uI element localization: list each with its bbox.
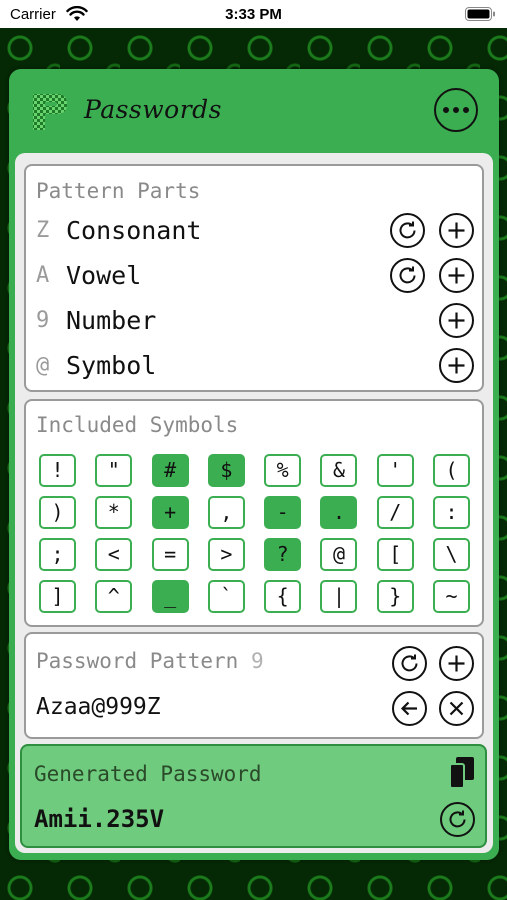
add-symbol-button[interactable] [439, 348, 474, 383]
clear-pattern-button[interactable] [439, 691, 474, 726]
part-label: Number [66, 306, 157, 335]
regenerate-password-button[interactable] [440, 802, 475, 837]
symbol-toggle[interactable]: ? [264, 538, 302, 571]
add-consonant-button[interactable] [439, 213, 474, 248]
symbol-toggle[interactable]: + [151, 496, 189, 529]
plus-icon [448, 267, 465, 284]
symbol-toggle[interactable]: * [95, 496, 133, 529]
refresh-icon [449, 810, 466, 828]
symbol-toggle[interactable]: % [264, 454, 302, 487]
part-key: Z [36, 218, 50, 243]
symbol-toggle[interactable]: ( [433, 454, 471, 487]
refresh-icon [399, 266, 416, 284]
symbol-toggle[interactable]: @ [320, 538, 358, 571]
clock-label: 3:33 PM [225, 6, 282, 23]
part-label: Vowel [66, 261, 142, 290]
more-options-button[interactable] [434, 88, 478, 132]
symbol-toggle[interactable]: ^ [95, 580, 133, 613]
symbol-toggle[interactable]: ; [39, 538, 76, 571]
copy-icon[interactable] [447, 756, 477, 790]
symbol-toggle[interactable]: > [207, 538, 245, 571]
status-bar: Carrier 3:33 PM [0, 0, 507, 28]
add-number-button[interactable] [439, 303, 474, 338]
symbol-toggle[interactable]: } [376, 580, 414, 613]
plus-icon [448, 312, 465, 329]
symbol-toggle[interactable]: = [151, 538, 189, 571]
close-icon [449, 701, 464, 716]
symbol-toggle[interactable]: ' [376, 454, 414, 487]
symbol-toggle[interactable]: | [320, 580, 358, 613]
add-vowel-button[interactable] [439, 258, 474, 293]
included-symbols-card: Included Symbols ! " # $% & ' () * +, -. /:; < = >? @ [… [24, 399, 484, 627]
pattern-parts-title: Pattern Parts [36, 179, 201, 203]
pattern-part-number: 9 Number [36, 305, 476, 337]
symbol-toggle[interactable]: " [95, 454, 133, 487]
pattern-parts-card: Pattern Parts Z Consonant A Vowel 9 Numb… [24, 164, 484, 392]
symbol-toggle[interactable]: ! [39, 454, 76, 487]
part-key: A [36, 263, 50, 288]
generated-password-title: Generated Password [34, 762, 262, 786]
app-title: Passwords [84, 95, 222, 124]
app-logo-icon [33, 94, 67, 130]
part-key: 9 [36, 308, 50, 333]
symbol-toggle[interactable]: : [433, 496, 471, 529]
plus-icon [448, 222, 465, 239]
password-pattern-card: Password Pattern 9 Azaa@999Z [24, 632, 484, 739]
symbol-toggle[interactable]: # [151, 454, 189, 487]
symbol-toggle[interactable]: $ [207, 454, 245, 487]
regenerate-pattern-button[interactable] [392, 646, 427, 681]
symbol-grid: ! " # $% & ' () * +, -. /:; < = >? @ [ \] ^ _ ` { |} ~ [39, 454, 475, 613]
included-symbols-title: Included Symbols [36, 413, 239, 437]
symbol-toggle[interactable]: _ [151, 580, 189, 613]
symbol-toggle[interactable]: - [264, 496, 302, 529]
battery-icon [465, 7, 495, 21]
part-label: Symbol [66, 351, 157, 380]
plus-icon [448, 357, 465, 374]
generated-password-card: Generated Password Amii.235V [20, 744, 487, 848]
refresh-consonant-button[interactable] [390, 213, 425, 248]
more-dot-icon [453, 107, 459, 113]
symbol-toggle[interactable]: ] [39, 580, 76, 613]
more-dot-icon [463, 107, 469, 113]
symbol-toggle[interactable]: ~ [433, 580, 471, 613]
password-pattern-title: Password Pattern 9 [36, 649, 264, 673]
symbol-toggle[interactable]: , [207, 496, 245, 529]
pattern-length-count: 9 [250, 649, 264, 673]
backspace-button[interactable] [392, 691, 427, 726]
symbol-toggle[interactable]: ` [207, 580, 245, 613]
password-pattern-value: Azaa@999Z [36, 694, 161, 720]
refresh-icon [399, 221, 416, 239]
symbol-toggle[interactable]: & [320, 454, 358, 487]
part-key: @ [36, 353, 50, 378]
arrow-left-icon [400, 701, 417, 716]
symbol-toggle[interactable]: { [264, 580, 302, 613]
part-label: Consonant [66, 216, 202, 245]
refresh-vowel-button[interactable] [390, 258, 425, 293]
symbol-toggle[interactable]: / [376, 496, 414, 529]
symbol-toggle[interactable]: . [320, 496, 358, 529]
add-pattern-button[interactable] [439, 646, 474, 681]
symbol-toggle[interactable]: \ [433, 538, 471, 571]
symbol-toggle[interactable]: [ [376, 538, 414, 571]
more-dot-icon [443, 107, 449, 113]
plus-icon [448, 655, 465, 672]
symbol-toggle[interactable]: < [95, 538, 133, 571]
pattern-part-symbol: @ Symbol [36, 350, 476, 382]
symbol-toggle[interactable]: ) [39, 496, 76, 529]
generated-password-value[interactable]: Amii.235V [34, 805, 164, 833]
password-pattern-label: Password Pattern [36, 649, 239, 673]
refresh-icon [401, 654, 418, 672]
